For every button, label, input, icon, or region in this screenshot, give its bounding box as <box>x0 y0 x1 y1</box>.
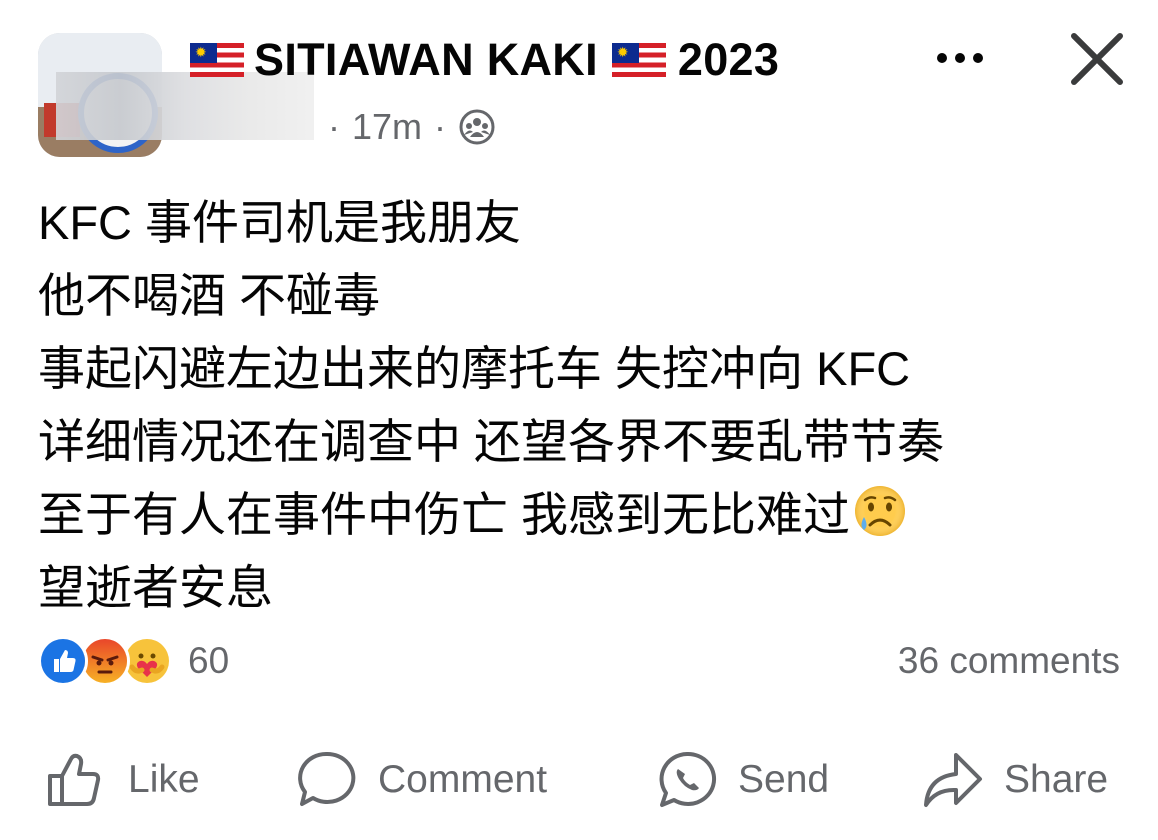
group-audience-icon[interactable] <box>458 108 496 146</box>
post-meta: · 17m · <box>316 104 496 150</box>
close-button[interactable] <box>1068 30 1126 88</box>
share-arrow-icon <box>924 753 982 807</box>
post-line: 至于有人在事件中伤亡 我感到无比难过 <box>38 488 851 541</box>
messenger-icon <box>659 751 717 807</box>
post-line: 详细情况还在调查中 还望各界不要乱带节奏 <box>38 415 945 468</box>
post-body: KFC 事件司机是我朋友 他不喝酒 不碰毒 事起闪避左边出来的摩托车 失控冲向 … <box>38 186 1138 624</box>
more-dots-icon <box>937 53 947 63</box>
more-options-button[interactable] <box>925 38 995 78</box>
comment-label: Comment <box>378 758 548 801</box>
reaction-count: 60 <box>188 640 230 681</box>
like-button[interactable]: Like <box>44 740 200 820</box>
comment-bubble-icon <box>298 751 356 806</box>
malaysia-flag-icon: ✹ <box>611 43 666 77</box>
group-name-year: 2023 <box>677 34 780 85</box>
group-name-text: SITIAWAN KAKI <box>254 34 598 85</box>
like-reaction-icon <box>38 636 88 686</box>
meta-separator: · <box>328 106 340 147</box>
post-action-bar: Like Comment Send Share <box>0 740 1158 820</box>
post-line: 他不喝酒 不碰毒 <box>38 269 381 322</box>
sad-tear-emoji <box>855 486 906 536</box>
close-icon <box>1071 33 1123 85</box>
thumbs-up-icon <box>48 753 101 806</box>
malaysia-flag-icon: ✹ <box>190 43 244 77</box>
share-button[interactable]: Share <box>920 740 1108 820</box>
group-name[interactable]: ✹ SITIAWAN KAKI ✹ 2023 <box>190 30 779 90</box>
post-line-with-emoji: 至于有人在事件中伤亡 我感到无比难过 <box>38 478 1138 551</box>
post-timestamp[interactable]: 17m <box>352 106 422 148</box>
post-line: 望逝者安息 <box>38 561 273 614</box>
reactions-summary[interactable]: 60 <box>38 636 229 686</box>
like-label: Like <box>128 758 200 801</box>
post-line: 事起闪避左边出来的摩托车 失控冲向 KFC <box>38 342 911 395</box>
post-line: KFC 事件司机是我朋友 <box>38 196 522 249</box>
share-label: Share <box>1004 758 1109 801</box>
meta-separator: · <box>434 106 447 147</box>
comment-button[interactable]: Comment <box>296 740 547 820</box>
send-label: Send <box>738 758 830 801</box>
comments-count[interactable]: 36 comments <box>898 636 1120 686</box>
send-button[interactable]: Send <box>656 740 829 820</box>
